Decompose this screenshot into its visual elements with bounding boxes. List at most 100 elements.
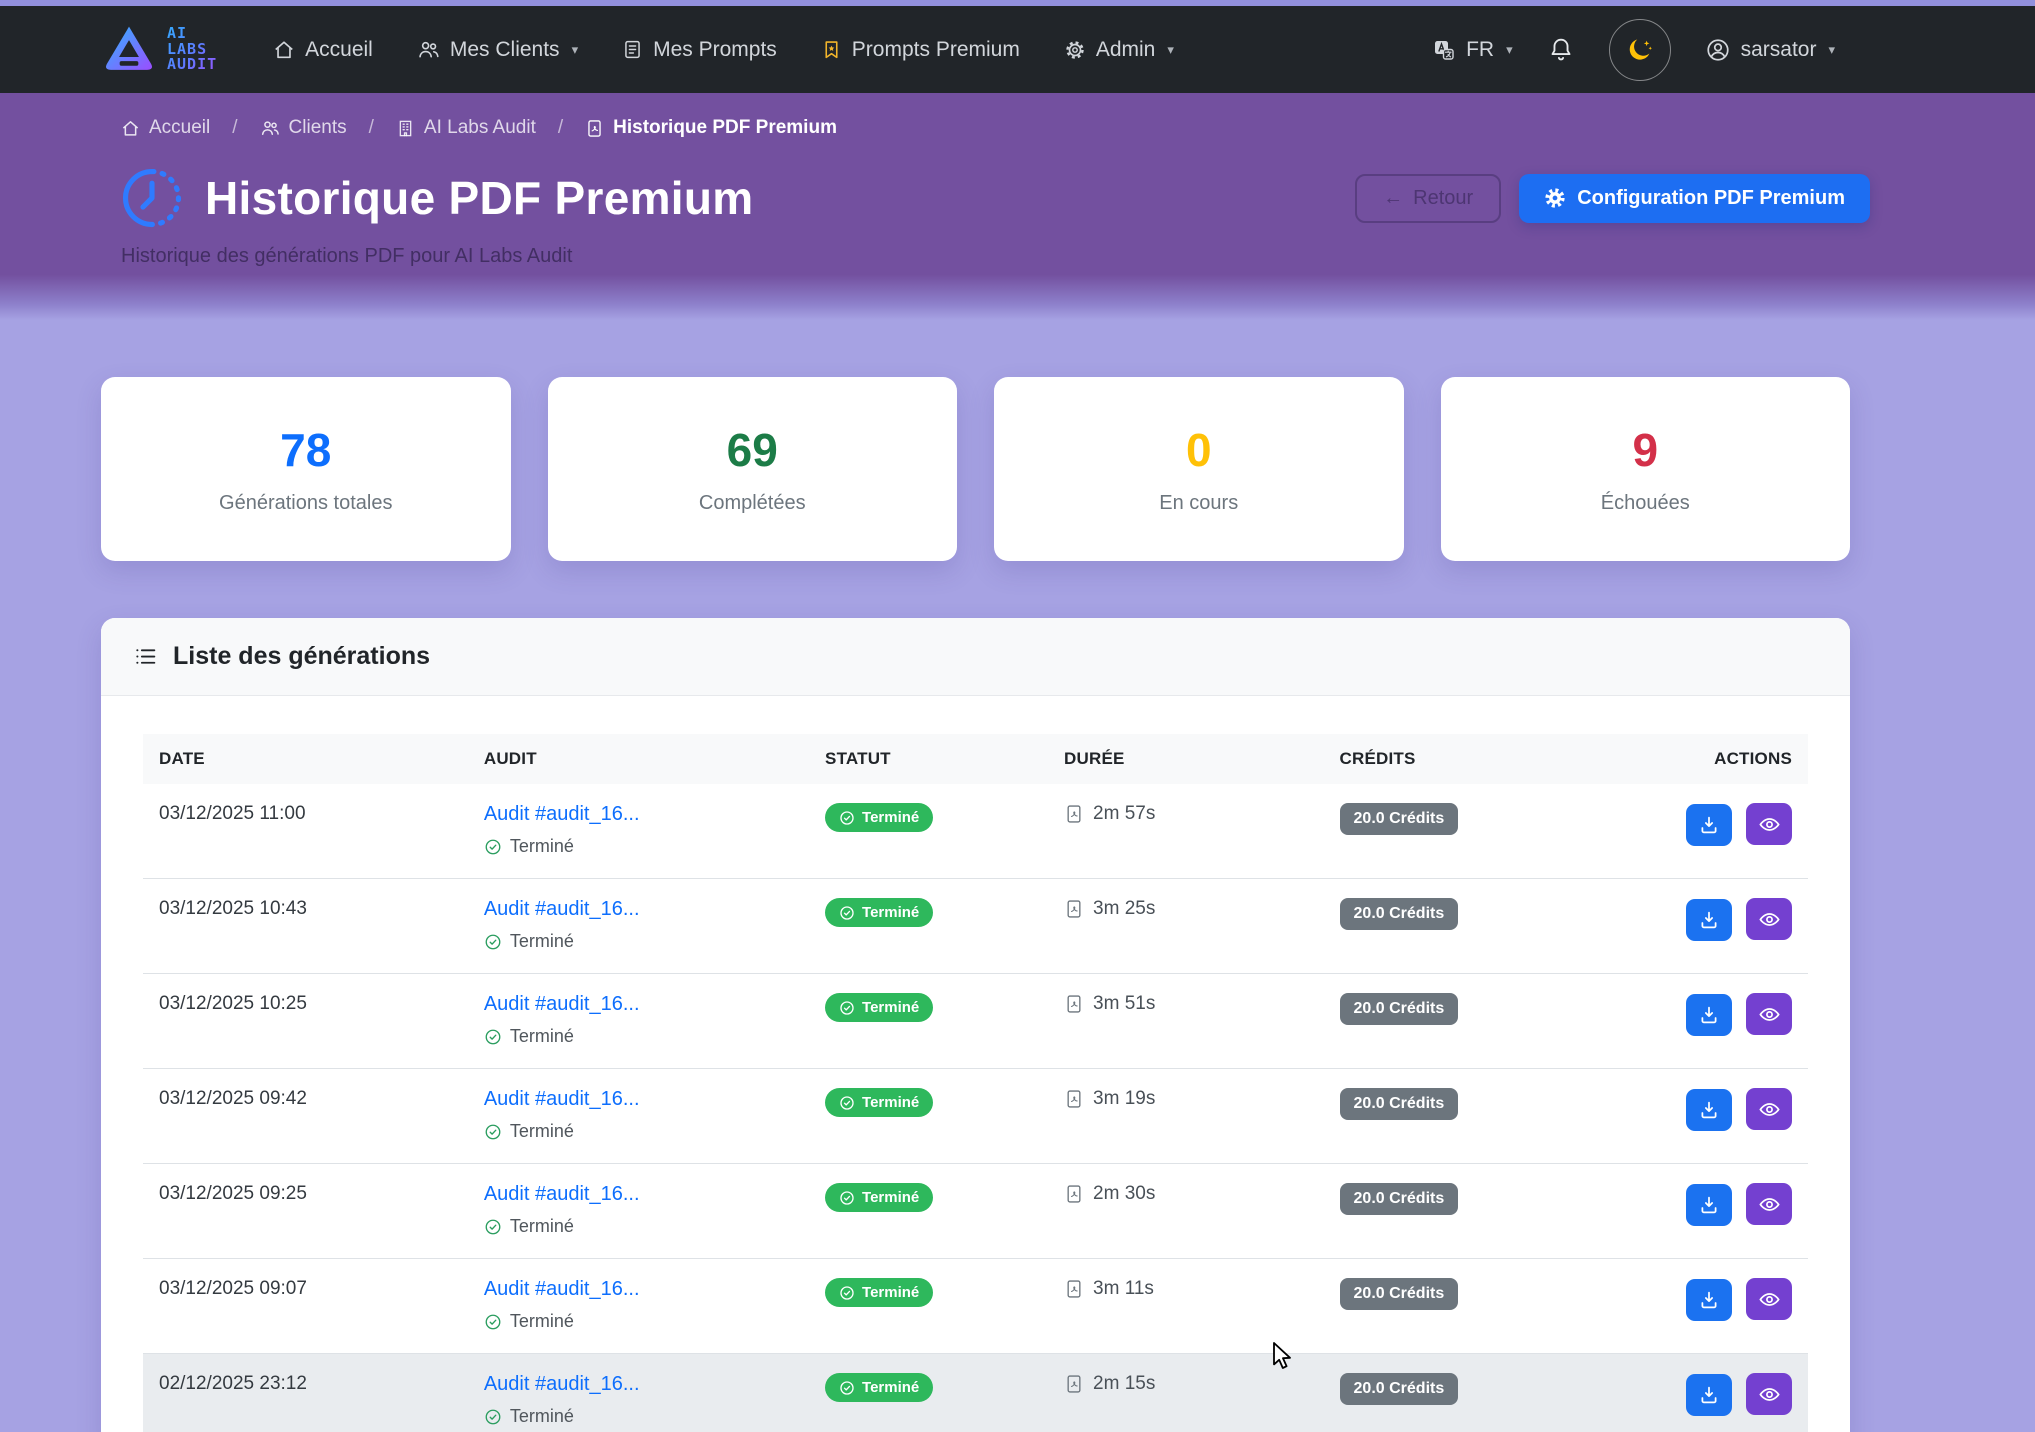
chevron-down-icon: ▾ [1506, 42, 1513, 58]
brand-logo[interactable]: AI LABS AUDIT [101, 22, 217, 78]
credits-badge: 20.0 Crédits [1340, 1278, 1459, 1310]
file-pdf-icon [1064, 899, 1084, 919]
cell-actions [1661, 1259, 1808, 1354]
cell-status: Terminé [809, 1259, 1048, 1354]
view-button[interactable] [1746, 1088, 1792, 1130]
breadcrumb-clients[interactable]: Clients [260, 117, 347, 139]
cell-credits: 20.0 Crédits [1324, 1259, 1661, 1354]
generation-date: 02/12/2025 23:12 [159, 1373, 307, 1394]
back-button-label: Retour [1413, 187, 1473, 210]
status-badge: Terminé [825, 898, 933, 927]
user-menu[interactable]: sarsator ▾ [1705, 37, 1835, 63]
nav-item-prompts-premium[interactable]: Prompts Premium [821, 38, 1020, 62]
cell-audit: Audit #audit_16... Terminé [468, 784, 809, 879]
audit-sub-status-label: Terminé [510, 931, 574, 952]
download-button[interactable] [1686, 804, 1732, 846]
table-row: 03/12/2025 10:43 Audit #audit_16... Term… [143, 879, 1808, 974]
cell-duration: 3m 25s [1048, 879, 1324, 974]
view-button[interactable] [1746, 1183, 1792, 1225]
language-label: FR [1466, 38, 1494, 62]
audit-sub-status: Terminé [484, 1406, 793, 1427]
audit-link[interactable]: Audit #audit_16... [484, 803, 793, 826]
audit-link[interactable]: Audit #audit_16... [484, 1183, 793, 1206]
view-button[interactable] [1746, 1278, 1792, 1320]
brand-text: AI LABS AUDIT [167, 26, 217, 74]
cell-audit: Audit #audit_16... Terminé [468, 1069, 809, 1164]
download-button[interactable] [1686, 1089, 1732, 1131]
cell-duration: 2m 15s [1048, 1354, 1324, 1432]
duration-value: 2m 57s [1093, 803, 1155, 825]
credits-badge: 20.0 Crédits [1340, 1373, 1459, 1405]
cell-status: Terminé [809, 1164, 1048, 1259]
credits-badge: 20.0 Crédits [1340, 993, 1459, 1025]
audit-link[interactable]: Audit #audit_16... [484, 1373, 793, 1396]
table-row: 03/12/2025 09:07 Audit #audit_16... Term… [143, 1259, 1808, 1354]
view-button[interactable] [1746, 898, 1792, 940]
download-button[interactable] [1686, 1374, 1732, 1416]
nav-item-mes-prompts[interactable]: Mes Prompts [622, 38, 777, 62]
nav-items: Accueil Mes Clients ▾ Mes Prompts Prompt… [273, 38, 1174, 62]
check-circle-icon [839, 1380, 855, 1396]
config-pdf-premium-button[interactable]: Configuration PDF Premium [1519, 174, 1870, 223]
nav-item-accueil[interactable]: Accueil [273, 38, 373, 62]
audit-link[interactable]: Audit #audit_16... [484, 993, 793, 1016]
view-button[interactable] [1746, 803, 1792, 845]
nav-label: Mes Clients [450, 38, 560, 62]
check-circle-icon [839, 905, 855, 921]
audit-sub-status: Terminé [484, 836, 793, 857]
download-button[interactable] [1686, 899, 1732, 941]
download-button[interactable] [1686, 1279, 1732, 1321]
audit-link[interactable]: Audit #audit_16... [484, 898, 793, 921]
generation-date: 03/12/2025 09:42 [159, 1088, 307, 1109]
breadcrumb-ai-labs-audit[interactable]: AI Labs Audit [396, 117, 536, 139]
credits-badge: 20.0 Crédits [1340, 898, 1459, 930]
cell-status: Terminé [809, 784, 1048, 879]
navbar-right: FR ▾ sarsator ▾ [1432, 19, 1835, 81]
status-badge: Terminé [825, 803, 933, 832]
theme-toggle-button[interactable] [1609, 19, 1671, 81]
stat-value-failed: 9 [1632, 423, 1658, 477]
audit-sub-status-label: Terminé [510, 1121, 574, 1142]
cell-date: 02/12/2025 23:12 [143, 1354, 468, 1432]
gear-icon [1064, 39, 1086, 61]
check-circle-icon [839, 1190, 855, 1206]
check-circle-icon [484, 838, 502, 856]
file-pdf-icon [1064, 1089, 1084, 1109]
view-button[interactable] [1746, 993, 1792, 1035]
nav-item-admin[interactable]: Admin ▾ [1064, 38, 1174, 62]
chevron-down-icon: ▾ [572, 42, 579, 58]
nav-item-mes-clients[interactable]: Mes Clients ▾ [417, 38, 578, 62]
file-pdf-icon [1064, 1374, 1084, 1394]
download-button[interactable] [1686, 994, 1732, 1036]
journal-icon [622, 39, 643, 60]
check-circle-icon [484, 1028, 502, 1046]
breadcrumb-label: Accueil [149, 117, 210, 139]
audit-link[interactable]: Audit #audit_16... [484, 1088, 793, 1111]
file-pdf-icon [1064, 1279, 1084, 1299]
generations-card-title: Liste des générations [173, 642, 430, 671]
stat-card-failed: 9 Échouées [1441, 377, 1851, 561]
download-button[interactable] [1686, 1184, 1732, 1226]
cell-date: 03/12/2025 10:25 [143, 974, 468, 1069]
audit-sub-status-label: Terminé [510, 1311, 574, 1332]
home-icon [121, 119, 140, 138]
language-selector[interactable]: FR ▾ [1432, 38, 1513, 62]
back-button[interactable]: ← Retour [1355, 174, 1501, 223]
status-badge-label: Terminé [862, 1094, 919, 1111]
view-button[interactable] [1746, 1373, 1792, 1415]
status-badge-label: Terminé [862, 809, 919, 826]
breadcrumb-accueil[interactable]: Accueil [121, 117, 210, 139]
audit-link[interactable]: Audit #audit_16... [484, 1278, 793, 1301]
list-icon [133, 644, 158, 669]
nav-label: Prompts Premium [852, 38, 1020, 62]
breadcrumb-current: Historique PDF Premium [585, 117, 837, 139]
column-header-audit: Audit [468, 734, 809, 784]
notifications-button[interactable] [1547, 36, 1575, 64]
username-label: sarsator [1741, 38, 1817, 62]
check-circle-icon [839, 1285, 855, 1301]
cell-credits: 20.0 Crédits [1324, 974, 1661, 1069]
stat-card-in-progress: 0 En cours [994, 377, 1404, 561]
check-circle-icon [484, 1313, 502, 1331]
stat-value-completed: 69 [727, 423, 778, 477]
column-header-credits: Crédits [1324, 734, 1661, 784]
